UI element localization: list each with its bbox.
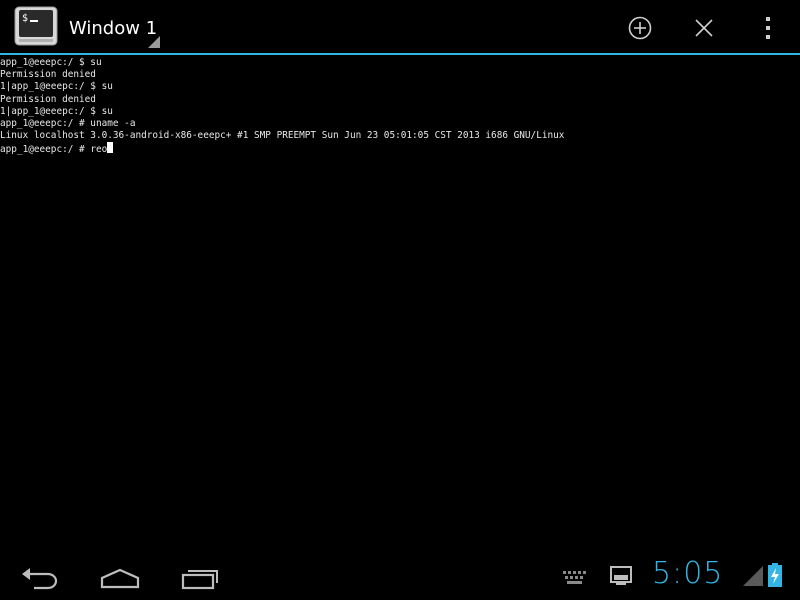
terminal-cursor: [107, 142, 114, 154]
recent-apps-icon: [181, 570, 218, 590]
close-window-button[interactable]: [682, 8, 726, 48]
terminal-prompt: app_1@eeepc:/ #: [0, 144, 91, 156]
keyboard-icon[interactable]: [563, 571, 587, 585]
plus-circle-icon: [628, 16, 652, 40]
terminal-line: 1|app_1@eeepc:/ $ su: [0, 81, 113, 93]
new-window-button[interactable]: [618, 8, 662, 48]
terminal-line: Permission denied: [0, 69, 96, 81]
terminal-view[interactable]: app_1@eeepc:/ $ su Permission denied 1|a…: [0, 57, 800, 552]
svg-text:$: $: [22, 13, 28, 24]
terminal-input-line[interactable]: app_1@eeepc:/ # reo: [0, 142, 800, 156]
home-button[interactable]: [90, 558, 150, 598]
screen-notification-icon[interactable]: [610, 566, 632, 586]
window-title: Window 1: [69, 18, 158, 39]
overflow-menu-button[interactable]: [746, 8, 790, 48]
terminal-icon[interactable]: $: [14, 6, 58, 46]
terminal-line: app_1@eeepc:/ # uname -a: [0, 117, 136, 129]
action-bar-divider: [0, 53, 800, 55]
overflow-dots-icon: [766, 17, 770, 39]
window-selector-spinner[interactable]: Window 1: [64, 6, 162, 50]
terminal-line: Permission denied: [0, 93, 96, 105]
terminal-line: Linux localhost 3.0.36-android-x86-eeepc…: [0, 130, 565, 142]
terminal-line: app_1@eeepc:/ $ su: [0, 57, 102, 68]
battery-charging-icon: [768, 563, 782, 587]
home-icon: [100, 568, 140, 589]
back-icon: [22, 568, 58, 590]
terminal-input[interactable]: reo: [90, 144, 107, 155]
signal-icon: [743, 566, 763, 586]
spinner-triangle-icon: [148, 36, 160, 48]
system-bar: 5:05: [0, 552, 800, 600]
clock[interactable]: 5:05: [652, 556, 723, 591]
close-icon: [695, 19, 713, 37]
back-button[interactable]: [10, 558, 70, 598]
action-bar: $ Window 1: [0, 0, 800, 55]
terminal-line: 1|app_1@eeepc:/ $ su: [0, 105, 113, 117]
recent-apps-button[interactable]: [170, 558, 230, 598]
